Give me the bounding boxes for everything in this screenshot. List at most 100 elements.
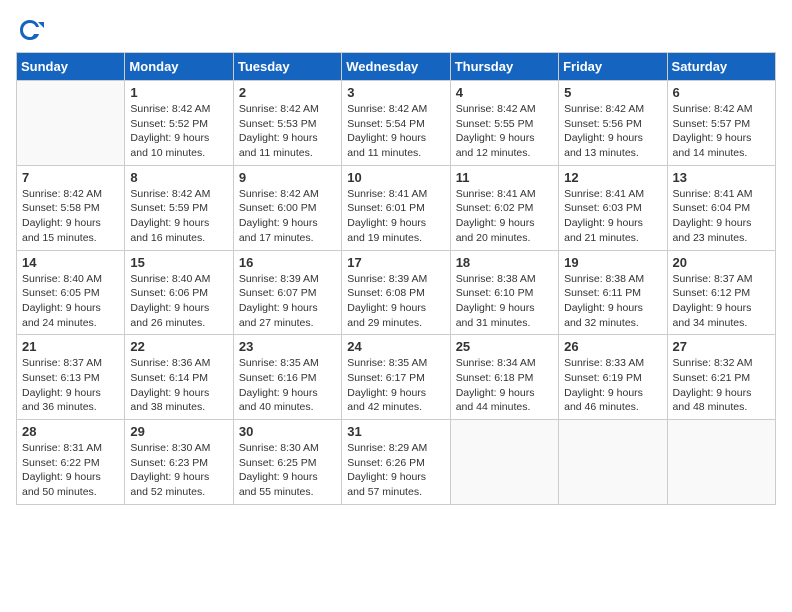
day-number: 27 [673, 339, 770, 354]
day-cell [17, 81, 125, 166]
day-info: Sunrise: 8:35 AM Sunset: 6:16 PM Dayligh… [239, 356, 336, 415]
day-number: 29 [130, 424, 227, 439]
day-info: Sunrise: 8:41 AM Sunset: 6:01 PM Dayligh… [347, 187, 444, 246]
header [16, 16, 776, 44]
day-number: 19 [564, 255, 661, 270]
day-info: Sunrise: 8:32 AM Sunset: 6:21 PM Dayligh… [673, 356, 770, 415]
day-number: 26 [564, 339, 661, 354]
day-cell: 28Sunrise: 8:31 AM Sunset: 6:22 PM Dayli… [17, 420, 125, 505]
day-info: Sunrise: 8:37 AM Sunset: 6:12 PM Dayligh… [673, 272, 770, 331]
day-info: Sunrise: 8:42 AM Sunset: 5:58 PM Dayligh… [22, 187, 119, 246]
header-cell-tuesday: Tuesday [233, 53, 341, 81]
logo [16, 16, 48, 44]
day-info: Sunrise: 8:41 AM Sunset: 6:04 PM Dayligh… [673, 187, 770, 246]
day-cell: 9 Sunrise: 8:42 AM Sunset: 6:00 PM Daylig… [233, 165, 341, 250]
day-number: 8 [130, 170, 227, 185]
day-cell: 8 Sunrise: 8:42 AM Sunset: 5:59 PM Daylig… [125, 165, 233, 250]
day-number: 9 [239, 170, 336, 185]
calendar-body: 1 Sunrise: 8:42 AM Sunset: 5:52 PM Daylig… [17, 81, 776, 505]
day-number: 28 [22, 424, 119, 439]
day-info: Sunrise: 8:36 AM Sunset: 6:14 PM Dayligh… [130, 356, 227, 415]
week-row-2: 7 Sunrise: 8:42 AM Sunset: 5:58 PM Daylig… [17, 165, 776, 250]
day-info: Sunrise: 8:41 AM Sunset: 6:02 PM Dayligh… [456, 187, 553, 246]
header-cell-thursday: Thursday [450, 53, 558, 81]
day-info: Sunrise: 8:42 AM Sunset: 6:00 PM Dayligh… [239, 187, 336, 246]
day-cell: 18Sunrise: 8:38 AM Sunset: 6:10 PM Dayli… [450, 250, 558, 335]
day-cell: 27 Sunrise: 8:32 AM Sunset: 6:21 PM Dayli… [667, 335, 775, 420]
week-row-3: 14 Sunrise: 8:40 AM Sunset: 6:05 PM Dayli… [17, 250, 776, 335]
day-cell: 22 Sunrise: 8:36 AM Sunset: 6:14 PM Dayli… [125, 335, 233, 420]
day-cell: 4Sunrise: 8:42 AM Sunset: 5:55 PM Daylig… [450, 81, 558, 166]
day-cell: 23Sunrise: 8:35 AM Sunset: 6:16 PM Dayli… [233, 335, 341, 420]
day-cell: 31Sunrise: 8:29 AM Sunset: 6:26 PM Dayli… [342, 420, 450, 505]
day-info: Sunrise: 8:42 AM Sunset: 5:55 PM Dayligh… [456, 102, 553, 161]
day-cell: 13 Sunrise: 8:41 AM Sunset: 6:04 PM Dayli… [667, 165, 775, 250]
day-number: 12 [564, 170, 661, 185]
day-number: 5 [564, 85, 661, 100]
header-cell-monday: Monday [125, 53, 233, 81]
day-number: 3 [347, 85, 444, 100]
day-cell: 26 Sunrise: 8:33 AM Sunset: 6:19 PM Dayli… [559, 335, 667, 420]
day-cell: 11 Sunrise: 8:41 AM Sunset: 6:02 PM Dayli… [450, 165, 558, 250]
day-info: Sunrise: 8:33 AM Sunset: 6:19 PM Dayligh… [564, 356, 661, 415]
day-info: Sunrise: 8:42 AM Sunset: 5:53 PM Dayligh… [239, 102, 336, 161]
day-info: Sunrise: 8:39 AM Sunset: 6:07 PM Dayligh… [239, 272, 336, 331]
day-info: Sunrise: 8:42 AM Sunset: 5:56 PM Dayligh… [564, 102, 661, 161]
day-info: Sunrise: 8:30 AM Sunset: 6:23 PM Dayligh… [130, 441, 227, 500]
week-row-4: 21 Sunrise: 8:37 AM Sunset: 6:13 PM Dayli… [17, 335, 776, 420]
day-number: 30 [239, 424, 336, 439]
calendar-table: SundayMondayTuesdayWednesdayThursdayFrid… [16, 52, 776, 505]
day-info: Sunrise: 8:40 AM Sunset: 6:05 PM Dayligh… [22, 272, 119, 331]
day-number: 14 [22, 255, 119, 270]
day-number: 20 [673, 255, 770, 270]
day-cell: 10 Sunrise: 8:41 AM Sunset: 6:01 PM Dayli… [342, 165, 450, 250]
day-info: Sunrise: 8:35 AM Sunset: 6:17 PM Dayligh… [347, 356, 444, 415]
day-cell: 17 Sunrise: 8:39 AM Sunset: 6:08 PM Dayli… [342, 250, 450, 335]
day-number: 18 [456, 255, 553, 270]
header-cell-friday: Friday [559, 53, 667, 81]
day-number: 15 [130, 255, 227, 270]
day-number: 21 [22, 339, 119, 354]
day-info: Sunrise: 8:39 AM Sunset: 6:08 PM Dayligh… [347, 272, 444, 331]
day-number: 24 [347, 339, 444, 354]
day-info: Sunrise: 8:42 AM Sunset: 5:59 PM Dayligh… [130, 187, 227, 246]
day-number: 10 [347, 170, 444, 185]
day-number: 11 [456, 170, 553, 185]
day-number: 7 [22, 170, 119, 185]
day-cell: 14 Sunrise: 8:40 AM Sunset: 6:05 PM Dayli… [17, 250, 125, 335]
day-info: Sunrise: 8:34 AM Sunset: 6:18 PM Dayligh… [456, 356, 553, 415]
day-number: 6 [673, 85, 770, 100]
day-cell: 16 Sunrise: 8:39 AM Sunset: 6:07 PM Dayli… [233, 250, 341, 335]
header-cell-wednesday: Wednesday [342, 53, 450, 81]
day-cell: 3Sunrise: 8:42 AM Sunset: 5:54 PM Daylig… [342, 81, 450, 166]
day-cell: 20 Sunrise: 8:37 AM Sunset: 6:12 PM Dayli… [667, 250, 775, 335]
day-cell: 2Sunrise: 8:42 AM Sunset: 5:53 PM Daylig… [233, 81, 341, 166]
day-cell [667, 420, 775, 505]
day-cell: 12 Sunrise: 8:41 AM Sunset: 6:03 PM Dayli… [559, 165, 667, 250]
day-cell [559, 420, 667, 505]
day-info: Sunrise: 8:42 AM Sunset: 5:57 PM Dayligh… [673, 102, 770, 161]
day-cell: 15Sunrise: 8:40 AM Sunset: 6:06 PM Dayli… [125, 250, 233, 335]
logo-icon [16, 16, 44, 44]
week-row-1: 1 Sunrise: 8:42 AM Sunset: 5:52 PM Daylig… [17, 81, 776, 166]
day-info: Sunrise: 8:37 AM Sunset: 6:13 PM Dayligh… [22, 356, 119, 415]
day-number: 16 [239, 255, 336, 270]
day-number: 13 [673, 170, 770, 185]
day-cell: 30 Sunrise: 8:30 AM Sunset: 6:25 PM Dayli… [233, 420, 341, 505]
day-number: 22 [130, 339, 227, 354]
day-cell: 5 Sunrise: 8:42 AM Sunset: 5:56 PM Daylig… [559, 81, 667, 166]
day-cell: 24 Sunrise: 8:35 AM Sunset: 6:17 PM Dayli… [342, 335, 450, 420]
day-info: Sunrise: 8:30 AM Sunset: 6:25 PM Dayligh… [239, 441, 336, 500]
day-cell: 7 Sunrise: 8:42 AM Sunset: 5:58 PM Daylig… [17, 165, 125, 250]
day-number: 1 [130, 85, 227, 100]
day-info: Sunrise: 8:41 AM Sunset: 6:03 PM Dayligh… [564, 187, 661, 246]
day-number: 17 [347, 255, 444, 270]
day-info: Sunrise: 8:38 AM Sunset: 6:11 PM Dayligh… [564, 272, 661, 331]
day-cell: 6 Sunrise: 8:42 AM Sunset: 5:57 PM Daylig… [667, 81, 775, 166]
day-info: Sunrise: 8:42 AM Sunset: 5:52 PM Dayligh… [130, 102, 227, 161]
day-cell: 1 Sunrise: 8:42 AM Sunset: 5:52 PM Daylig… [125, 81, 233, 166]
header-cell-saturday: Saturday [667, 53, 775, 81]
calendar-header: SundayMondayTuesdayWednesdayThursdayFrid… [17, 53, 776, 81]
day-cell: 21 Sunrise: 8:37 AM Sunset: 6:13 PM Dayli… [17, 335, 125, 420]
day-number: 25 [456, 339, 553, 354]
